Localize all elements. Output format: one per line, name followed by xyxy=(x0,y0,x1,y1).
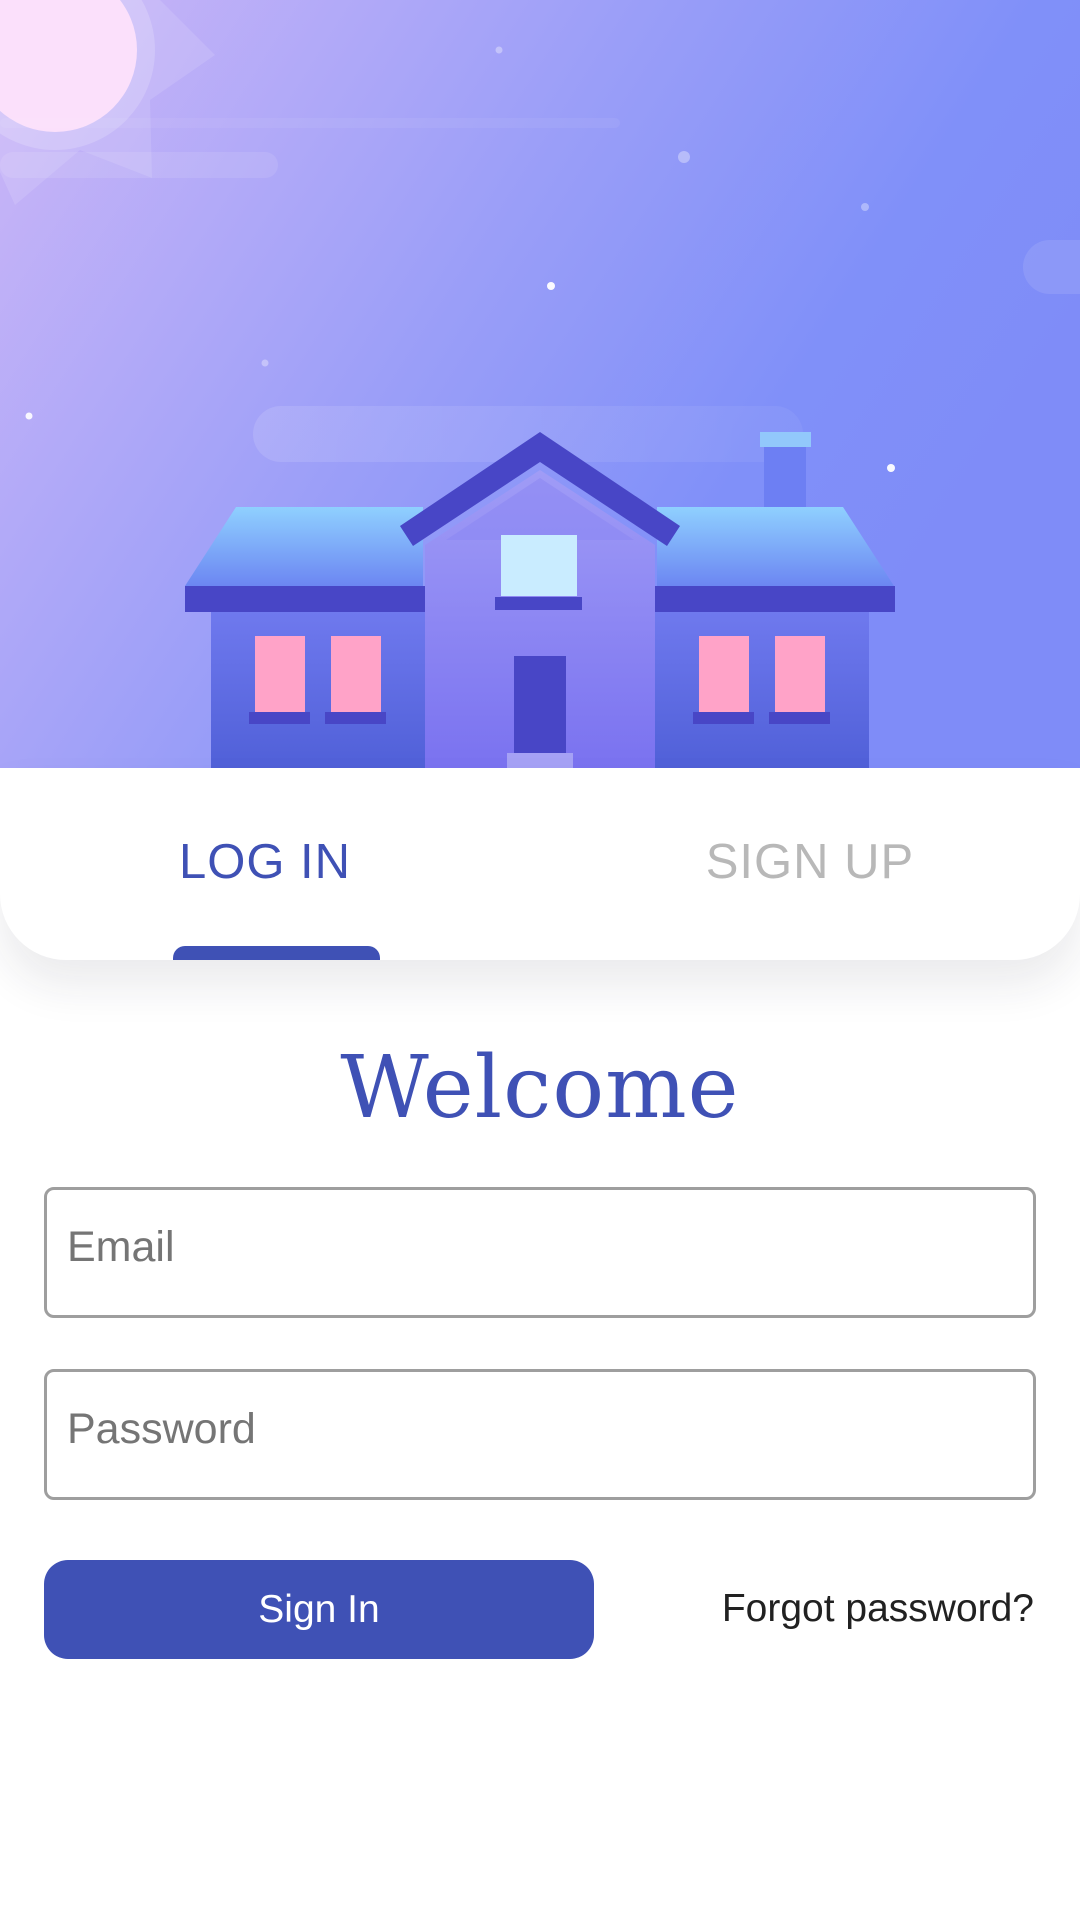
password-input[interactable] xyxy=(47,1372,1033,1497)
chimney-icon xyxy=(760,432,811,508)
password-field[interactable] xyxy=(44,1369,1036,1500)
email-input[interactable] xyxy=(47,1190,1033,1315)
hero-illustration xyxy=(0,0,1080,768)
active-tab-indicator xyxy=(173,946,380,960)
sign-in-button[interactable]: Sign In xyxy=(44,1560,594,1659)
tab-sign-up[interactable]: SIGN UP xyxy=(540,768,1080,960)
tab-log-in-label: LOG IN xyxy=(178,835,352,889)
tab-log-in[interactable]: LOG IN xyxy=(0,768,540,960)
page-title: Welcome xyxy=(340,1038,740,1138)
auth-tab-bar: LOG IN SIGN UP xyxy=(0,768,1080,960)
tab-sign-up-label: SIGN UP xyxy=(705,835,915,889)
forgot-password-link[interactable]: Forgot password? xyxy=(722,1583,1034,1635)
email-field[interactable] xyxy=(44,1187,1036,1318)
